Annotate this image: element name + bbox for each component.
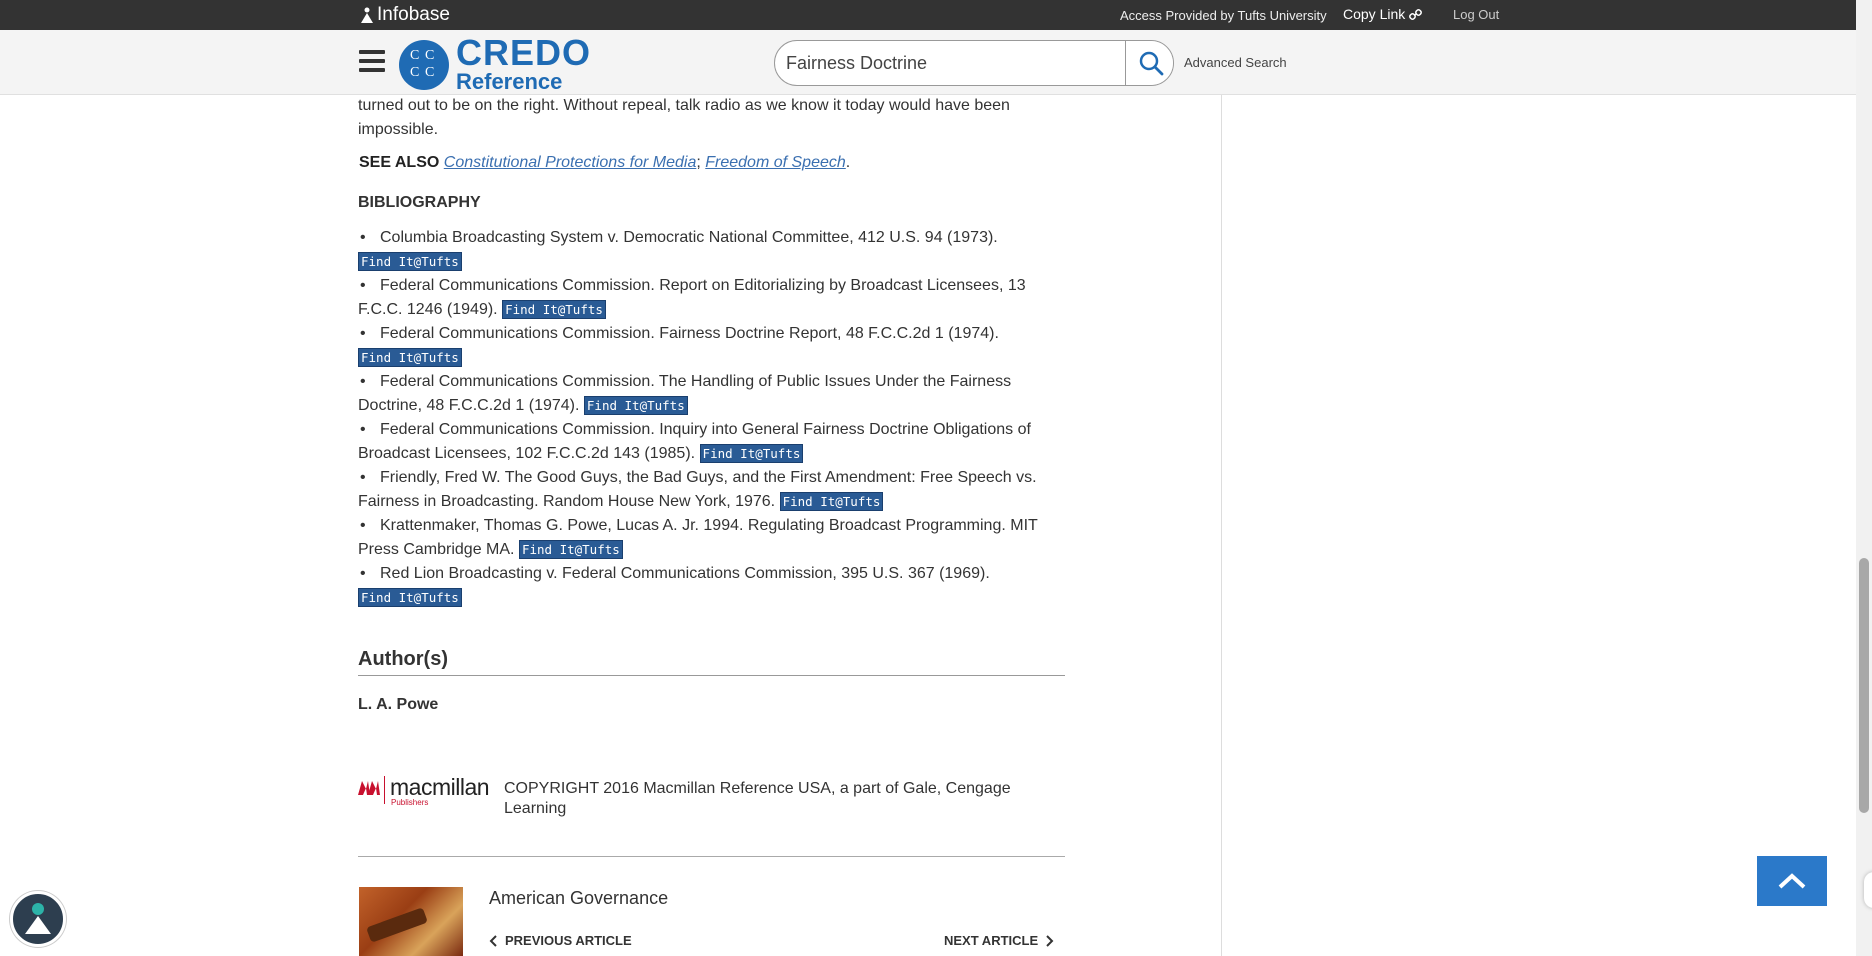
bibliography-item: • Friendly, Fred W. The Good Guys, the Ba… <box>358 469 1037 512</box>
see-also-link-constitutional[interactable]: Constitutional Protections for Media <box>444 154 697 171</box>
copyright-notice: COPYRIGHT 2016 Macmillan Reference USA, … <box>504 780 1011 817</box>
infobase-mark-icon <box>361 7 373 23</box>
chevron-up-icon <box>1778 873 1806 889</box>
see-also-link-freedom[interactable]: Freedom of Speech <box>705 154 846 171</box>
scroll-to-top-button[interactable] <box>1757 856 1827 906</box>
right-column-divider <box>1221 95 1222 956</box>
logo-credo: CREDO <box>456 32 592 73</box>
logo-reference: Reference <box>456 69 563 94</box>
find-it-tufts-button[interactable]: Find It@Tufts <box>358 348 462 368</box>
bibliography-text: Federal Communications Commission. Repor… <box>358 277 1026 318</box>
log-out-link[interactable]: Log Out <box>1453 7 1499 22</box>
edge-widget[interactable] <box>1864 872 1872 908</box>
find-it-tufts-button[interactable]: Find It@Tufts <box>502 300 606 320</box>
bibliography-item: • Federal Communications Commission. Inqu… <box>358 421 1031 464</box>
search-box <box>774 40 1174 86</box>
publisher-name: macmillan <box>390 774 490 800</box>
bibliography-item: • Federal Communications Commission. The … <box>358 373 1012 416</box>
chevron-right-icon <box>1046 934 1054 947</box>
advanced-search-link[interactable]: Advanced Search <box>1184 55 1287 70</box>
find-it-tufts-button[interactable]: Find It@Tufts <box>518 540 623 560</box>
bibliography-list: • Columbia Broadcasting System v. Democra… <box>358 226 1068 610</box>
site-header: C C C C CREDO Reference Advanced Search <box>0 30 1856 95</box>
macmillan-mark-icon <box>358 781 380 795</box>
search-button[interactable] <box>1125 41 1173 85</box>
menu-icon[interactable] <box>359 50 385 74</box>
bibliography-text: Columbia Broadcasting System v. Democrat… <box>380 229 998 246</box>
authors-heading: Author(s) <box>358 648 448 670</box>
bibliography-text: Federal Communications Commission. Fairn… <box>380 325 999 342</box>
author-name: L. A. Powe <box>358 696 439 713</box>
publisher-sub: Publishers <box>391 798 429 807</box>
find-it-tufts-button[interactable]: Find It@Tufts <box>583 396 688 416</box>
book-title-link[interactable]: American Governance <box>489 888 668 909</box>
infobase-brand-text: Infobase <box>377 4 450 25</box>
find-it-tufts-button[interactable]: Find It@Tufts <box>779 492 884 512</box>
infobase-logo[interactable]: Infobase <box>360 4 450 26</box>
credo-logo-text[interactable]: CREDO Reference <box>456 35 591 93</box>
bibliography-heading: BIBLIOGRAPHY <box>358 194 481 211</box>
bibliography-text: Krattenmaker, Thomas G. Powe, Lucas A. J… <box>358 517 1038 558</box>
bibliography-text: Friendly, Fred W. The Good Guys, the Bad… <box>358 469 1037 510</box>
footer-divider <box>358 856 1065 857</box>
page-scrollbar[interactable] <box>1856 0 1872 956</box>
bibliography-item: • Columbia Broadcasting System v. Democra… <box>358 229 998 272</box>
find-it-tufts-button[interactable]: Find It@Tufts <box>358 588 462 608</box>
bibliography-item: • Red Lion Broadcasting v. Federal Commun… <box>358 565 990 608</box>
scrollbar-thumb[interactable] <box>1859 558 1869 813</box>
authors-divider <box>358 675 1065 676</box>
search-icon <box>1139 51 1163 76</box>
see-also: SEE ALSO Constitutional Protections for … <box>359 154 851 171</box>
next-article-label: NEXT ARTICLE <box>944 933 1039 948</box>
bibliography-item: • Federal Communications Commission. Fair… <box>358 325 999 368</box>
access-provided-text: Access Provided by Tufts University <box>1120 8 1327 23</box>
link-icon <box>1409 8 1423 20</box>
bibliography-item: • Krattenmaker, Thomas G. Powe, Lucas A. … <box>358 517 1038 560</box>
book-cover-thumbnail[interactable] <box>359 887 463 956</box>
bibliography-text: Federal Communications Commission. Inqui… <box>358 421 1031 462</box>
next-article-link[interactable]: NEXT ARTICLE <box>944 933 1054 948</box>
find-it-tufts-button[interactable]: Find It@Tufts <box>699 444 804 464</box>
top-bar: Infobase Access Provided by Tufts Univer… <box>0 0 1872 30</box>
accessibility-button[interactable] <box>10 891 66 947</box>
chevron-left-icon <box>489 934 497 947</box>
article-paragraph: turned out to be on the right. Without r… <box>358 97 1010 138</box>
macmillan-publisher-logo: macmillan Publishers <box>358 774 494 808</box>
credo-logo-mark[interactable]: C C C C <box>399 40 449 90</box>
see-also-label: SEE ALSO <box>359 154 440 171</box>
bibliography-item: • Federal Communications Commission. Repo… <box>358 277 1026 320</box>
search-input[interactable] <box>775 41 1125 85</box>
accessibility-icon <box>25 903 51 934</box>
copy-link-label: Copy Link <box>1343 6 1406 22</box>
bibliography-text: Red Lion Broadcasting v. Federal Communi… <box>380 565 990 582</box>
previous-article-label: PREVIOUS ARTICLE <box>505 933 632 948</box>
copy-link-button[interactable]: Copy Link <box>1343 6 1423 22</box>
find-it-tufts-button[interactable]: Find It@Tufts <box>358 252 462 272</box>
previous-article-link[interactable]: PREVIOUS ARTICLE <box>489 933 632 948</box>
